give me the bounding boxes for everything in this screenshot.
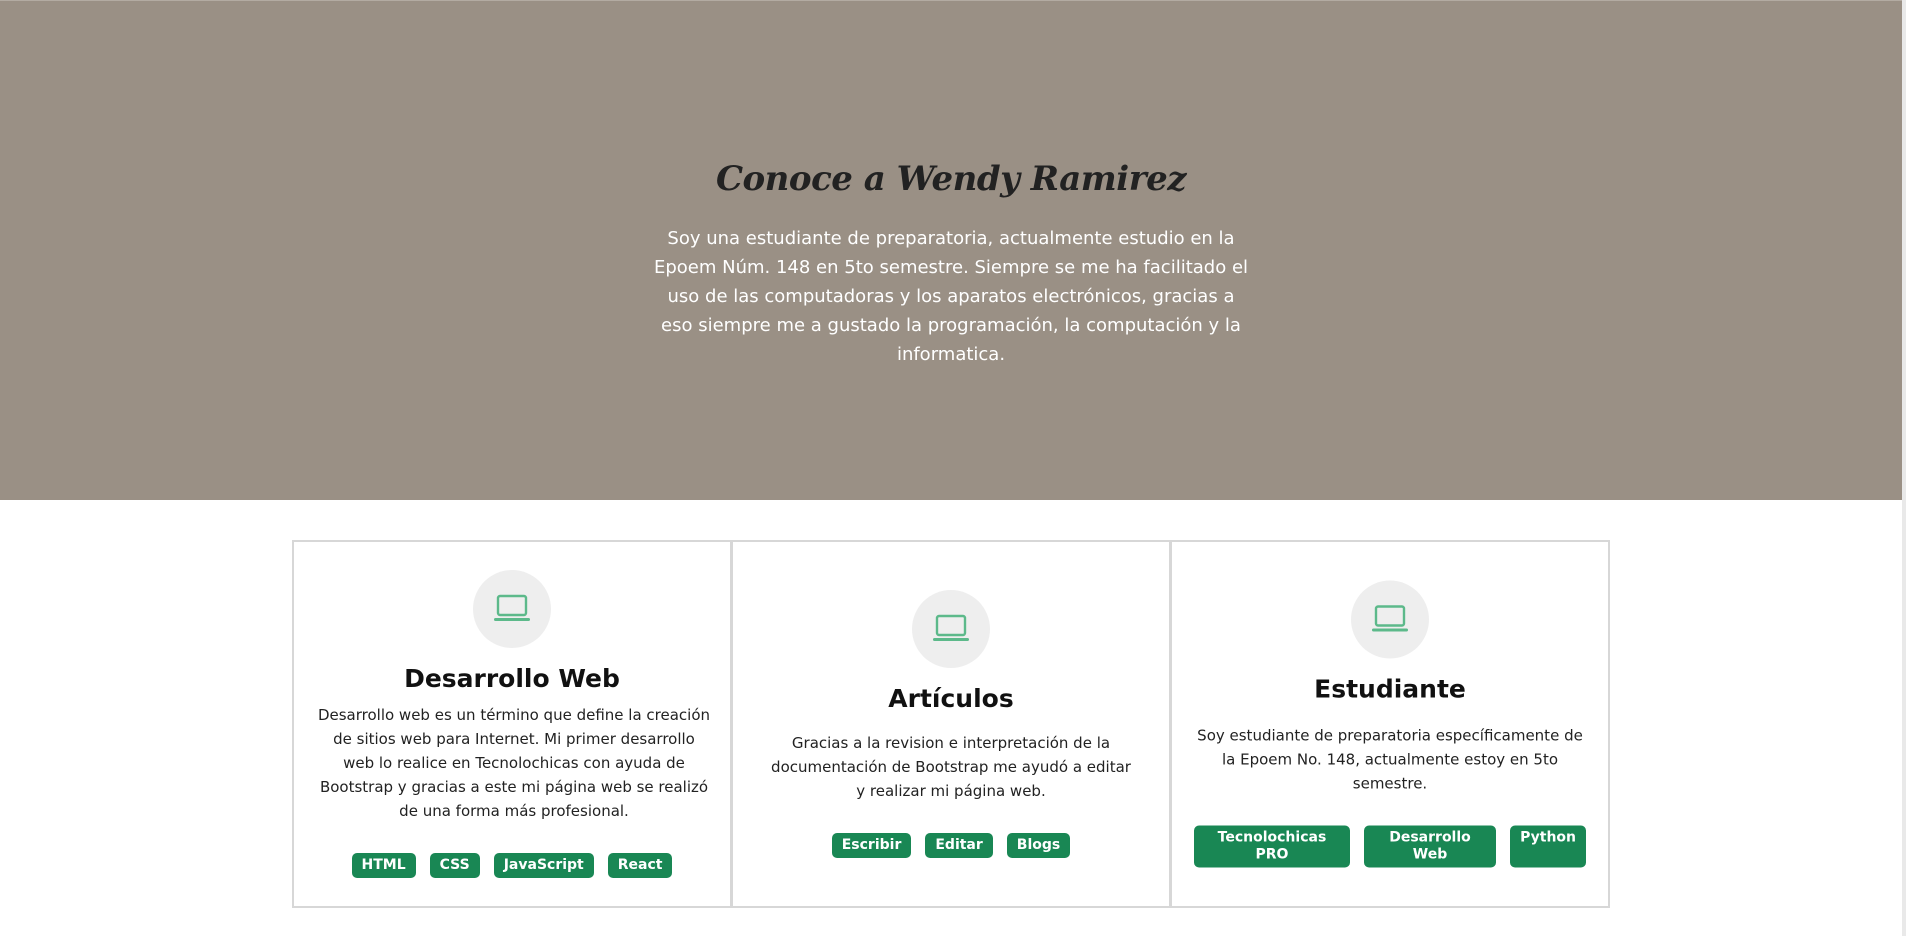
- tag-list: Escribir Editar Blogs: [755, 833, 1147, 858]
- tag-python[interactable]: Python: [1510, 825, 1586, 868]
- card-desarrollo-web: Desarrollo Web Desarrollo web es un térm…: [292, 540, 732, 908]
- tag-react[interactable]: React: [607, 853, 673, 878]
- laptop-icon: [1351, 580, 1429, 659]
- hero-description: Soy una estudiante de preparatoria, actu…: [653, 228, 1249, 365]
- card-text: Gracias a la revision e interpretación d…: [771, 734, 1131, 800]
- card-estudiante: Estudiante Soy estudiante de preparatori…: [1170, 540, 1610, 908]
- tag-tecnolochicas-pro[interactable]: Tecnolochicas PRO: [1194, 825, 1350, 868]
- card-text: Desarrollo web es un término que define …: [317, 706, 711, 820]
- tag-list: HTML CSS JavaScript React: [316, 853, 708, 878]
- card-title: Artículos: [888, 684, 1014, 713]
- tag-css[interactable]: CSS: [429, 853, 480, 878]
- tag-blogs[interactable]: Blogs: [1006, 833, 1071, 858]
- tag-desarrollo-web[interactable]: Desarrollo Web: [1363, 825, 1497, 868]
- laptop-icon: [473, 570, 551, 648]
- hero-section: Conoce a Wendy Ramirez Soy una estudiant…: [0, 0, 1902, 500]
- card-title: Desarrollo Web: [404, 664, 620, 693]
- card-text: Soy estudiante de preparatoria específic…: [1197, 726, 1583, 793]
- tag-html[interactable]: HTML: [351, 853, 416, 878]
- card-title: Estudiante: [1314, 674, 1466, 704]
- scrollbar-track[interactable]: [1902, 0, 1906, 936]
- tag-javascript[interactable]: JavaScript: [493, 853, 594, 878]
- laptop-icon: [912, 590, 990, 668]
- card-content: Desarrollo Web Desarrollo web es un térm…: [294, 570, 730, 878]
- card-articulos: Artículos Gracias a la revision e interp…: [731, 540, 1171, 908]
- tag-escribir[interactable]: Escribir: [831, 833, 912, 858]
- tag-editar[interactable]: Editar: [925, 833, 993, 858]
- card-content: Estudiante Soy estudiante de preparatori…: [1172, 580, 1608, 868]
- hero-title: Conoce a Wendy Ramirez: [715, 159, 1187, 199]
- card-content: Artículos Gracias a la revision e interp…: [733, 590, 1169, 858]
- tag-list: Tecnolochicas PRO Desarrollo Web Python: [1194, 825, 1586, 868]
- cards-row: Desarrollo Web Desarrollo web es un térm…: [292, 540, 1612, 908]
